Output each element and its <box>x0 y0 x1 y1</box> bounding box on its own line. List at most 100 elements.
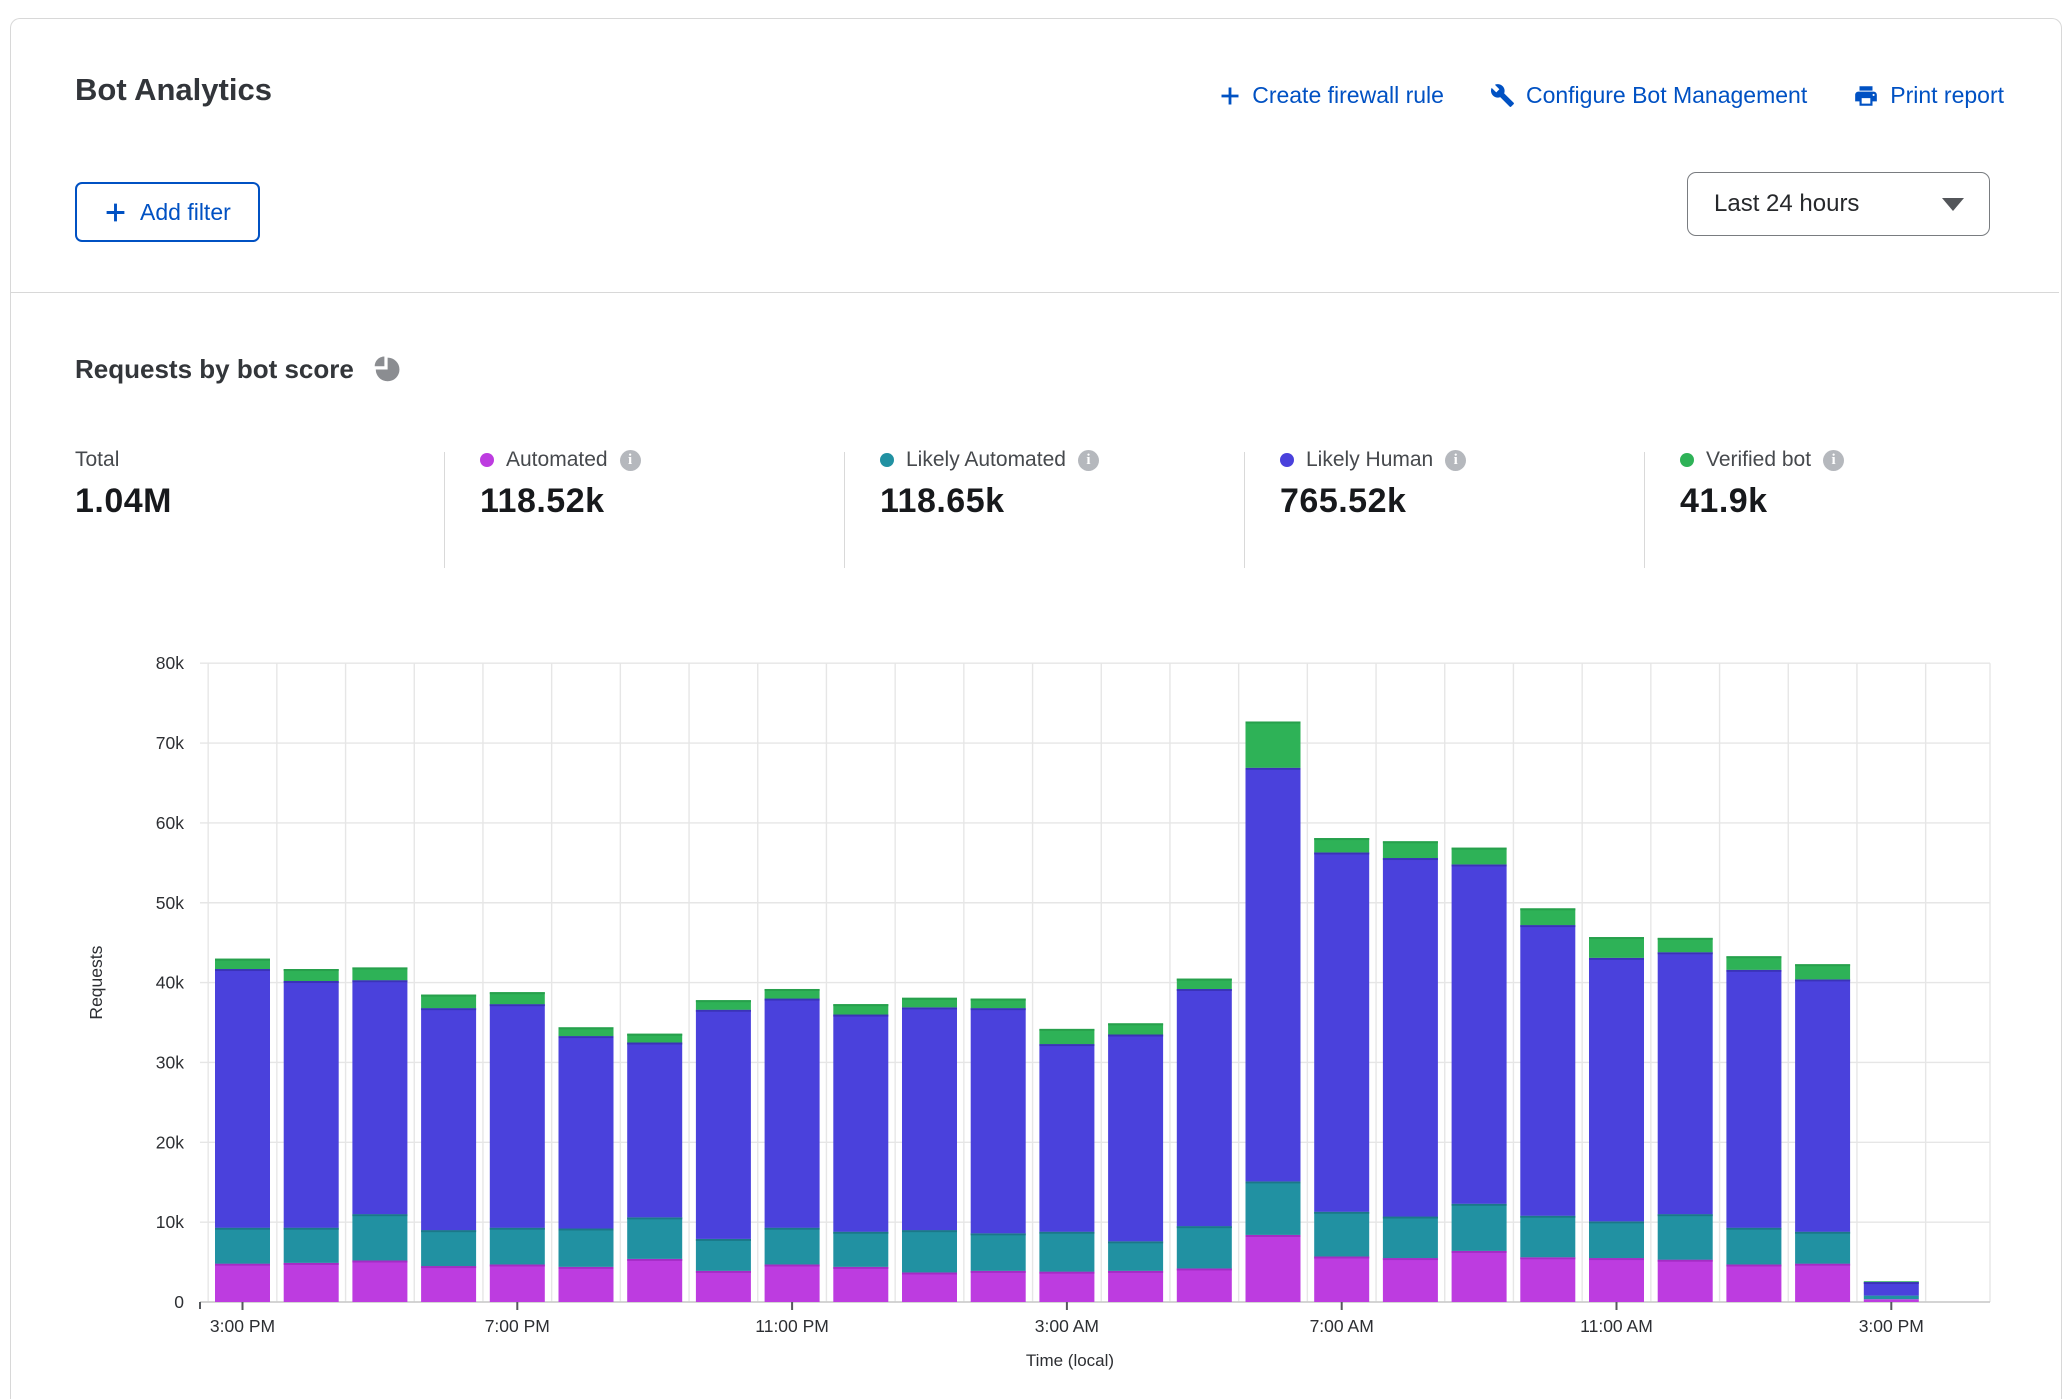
bar-segment[interactable] <box>1177 1226 1232 1268</box>
bar-segment[interactable] <box>833 1232 888 1267</box>
bar-segment[interactable] <box>1658 1214 1713 1260</box>
bar-segment[interactable] <box>1452 1251 1507 1302</box>
bar-segment[interactable] <box>490 1264 545 1302</box>
bar-segment[interactable] <box>1864 1296 1919 1300</box>
bar-segment[interactable] <box>1658 952 1713 1214</box>
info-icon[interactable]: i <box>620 450 641 471</box>
bar-segment[interactable] <box>559 1229 614 1267</box>
info-icon[interactable]: i <box>1445 450 1466 471</box>
bar-segment[interactable] <box>833 1015 888 1232</box>
bar-segment[interactable] <box>765 999 820 1228</box>
bar-segment[interactable] <box>1520 925 1575 1216</box>
bar-segment[interactable] <box>1520 908 1575 925</box>
bar-segment[interactable] <box>627 1217 682 1259</box>
bar-segment[interactable] <box>1795 964 1850 979</box>
bar-segment[interactable] <box>627 1042 682 1217</box>
bar-segment[interactable] <box>1177 989 1232 1226</box>
bar-segment[interactable] <box>1589 958 1644 1222</box>
print-report-link[interactable]: Print report <box>1853 82 2004 109</box>
bar-segment[interactable] <box>1864 1282 1919 1296</box>
requests-by-bot-score-chart[interactable]: 010k20k30k40k50k60k70k80k3:00 PM7:00 PM1… <box>0 620 2070 1394</box>
bar-segment[interactable] <box>1452 864 1507 1203</box>
bar-segment[interactable] <box>1795 979 1850 1231</box>
bar-segment[interactable] <box>1726 1228 1781 1265</box>
bar-segment-edge <box>490 1004 545 1006</box>
bar-segment[interactable] <box>421 1008 476 1230</box>
bar-segment[interactable] <box>1589 1258 1644 1302</box>
bar-segment[interactable] <box>1520 1257 1575 1302</box>
bar-segment[interactable] <box>1314 852 1369 1211</box>
bar-segment[interactable] <box>1039 1232 1094 1272</box>
bar-segment[interactable] <box>971 1271 1026 1302</box>
bar-segment[interactable] <box>1383 841 1438 858</box>
bar-segment[interactable] <box>284 1228 339 1263</box>
bar-segment[interactable] <box>1520 1216 1575 1258</box>
bar-segment[interactable] <box>1864 1299 1919 1302</box>
bar-segment[interactable] <box>1589 1221 1644 1258</box>
bar-segment[interactable] <box>215 1228 270 1264</box>
bar-segment[interactable] <box>1246 768 1301 1182</box>
create-firewall-rule-link[interactable]: Create firewall rule <box>1219 82 1444 109</box>
bar-segment[interactable] <box>559 1036 614 1228</box>
bar-segment[interactable] <box>1452 848 1507 865</box>
bar-segment[interactable] <box>215 1264 270 1302</box>
bar-segment[interactable] <box>1726 970 1781 1228</box>
bar-segment[interactable] <box>1383 1258 1438 1302</box>
bar-segment[interactable] <box>696 1010 751 1239</box>
bar-segment[interactable] <box>902 1007 957 1230</box>
bar-segment[interactable] <box>284 1263 339 1302</box>
info-icon[interactable]: i <box>1078 450 1099 471</box>
info-icon[interactable]: i <box>1823 450 1844 471</box>
bar-segment[interactable] <box>765 1264 820 1302</box>
bar-segment[interactable] <box>902 1272 957 1302</box>
bar-segment[interactable] <box>765 1228 820 1265</box>
bar-segment[interactable] <box>696 1239 751 1271</box>
bar-segment[interactable] <box>1658 938 1713 952</box>
bar-segment[interactable] <box>1795 1232 1850 1264</box>
bar-segment[interactable] <box>1726 1264 1781 1302</box>
bar-segment[interactable] <box>1383 1217 1438 1259</box>
bar-segment[interactable] <box>1108 1035 1163 1242</box>
bar-segment[interactable] <box>1039 1044 1094 1232</box>
bar-segment[interactable] <box>421 1266 476 1302</box>
bar-segment[interactable] <box>490 1004 545 1228</box>
bar-segment-edge <box>833 1267 888 1269</box>
bar-segment[interactable] <box>421 1230 476 1266</box>
bar-segment[interactable] <box>971 1008 1026 1233</box>
bar-segment[interactable] <box>902 1230 957 1272</box>
bar-segment[interactable] <box>559 1267 614 1302</box>
bar-segment[interactable] <box>696 1271 751 1302</box>
configure-bot-management-link[interactable]: Configure Bot Management <box>1490 82 1807 109</box>
bar-segment[interactable] <box>490 1228 545 1265</box>
bar-segment[interactable] <box>1108 1271 1163 1302</box>
bar-segment-edge <box>490 1264 545 1266</box>
bar-segment[interactable] <box>352 1260 407 1302</box>
bar-segment[interactable] <box>1589 937 1644 958</box>
bar-segment[interactable] <box>1177 1268 1232 1302</box>
bar-segment[interactable] <box>627 1259 682 1302</box>
bar-segment[interactable] <box>1039 1272 1094 1302</box>
add-filter-button[interactable]: Add filter <box>75 182 260 242</box>
bar-segment[interactable] <box>352 980 407 1214</box>
bar-segment[interactable] <box>352 1214 407 1260</box>
bar-segment[interactable] <box>1314 838 1369 852</box>
bar-segment[interactable] <box>1452 1204 1507 1251</box>
bar-segment[interactable] <box>1039 1029 1094 1044</box>
bar-segment[interactable] <box>1314 1212 1369 1257</box>
bar-segment[interactable] <box>215 969 270 1228</box>
bar-segment[interactable] <box>1246 1235 1301 1302</box>
bar-segment[interactable] <box>1314 1256 1369 1302</box>
bar-segment[interactable] <box>421 995 476 1009</box>
bar-segment[interactable] <box>1246 1181 1301 1234</box>
bar-segment[interactable] <box>284 981 339 1228</box>
bar-segment[interactable] <box>1383 858 1438 1217</box>
bar-segment[interactable] <box>833 1267 888 1302</box>
bar-segment[interactable] <box>1246 721 1301 767</box>
bar-segment[interactable] <box>1864 1281 1919 1282</box>
bar-segment[interactable] <box>1726 956 1781 970</box>
bar-segment[interactable] <box>1658 1260 1713 1302</box>
time-range-select[interactable]: Last 24 hours <box>1687 172 1990 236</box>
bar-segment[interactable] <box>1108 1241 1163 1271</box>
bar-segment[interactable] <box>971 1233 1026 1271</box>
bar-segment[interactable] <box>1795 1264 1850 1302</box>
